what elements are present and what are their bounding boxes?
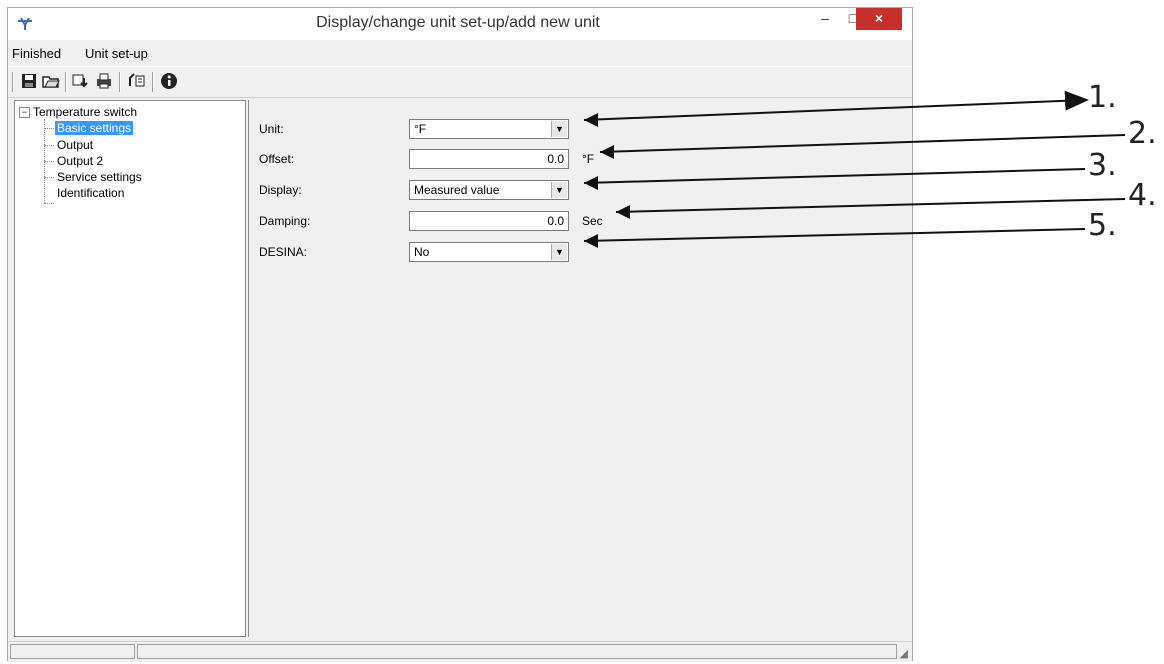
arrowhead — [600, 145, 614, 159]
callout-arrow-2 — [599, 134, 1126, 153]
callout-arrow-5 — [583, 228, 1086, 242]
callout-arrow-3 — [583, 168, 1086, 184]
callout-arrow-1 — [583, 90, 1089, 121]
callout-4: 4. — [1128, 178, 1157, 213]
arrowhead — [616, 205, 630, 219]
arrowhead — [584, 234, 598, 248]
arrowhead — [584, 113, 598, 127]
callout-arrows — [583, 90, 1126, 248]
callout-arrow-4 — [615, 198, 1126, 213]
callout-3: 3. — [1088, 148, 1117, 183]
callout-2: 2. — [1128, 116, 1157, 151]
callout-5: 5. — [1088, 208, 1117, 243]
arrowhead — [584, 176, 598, 190]
callout-1: 1. — [1088, 80, 1117, 115]
